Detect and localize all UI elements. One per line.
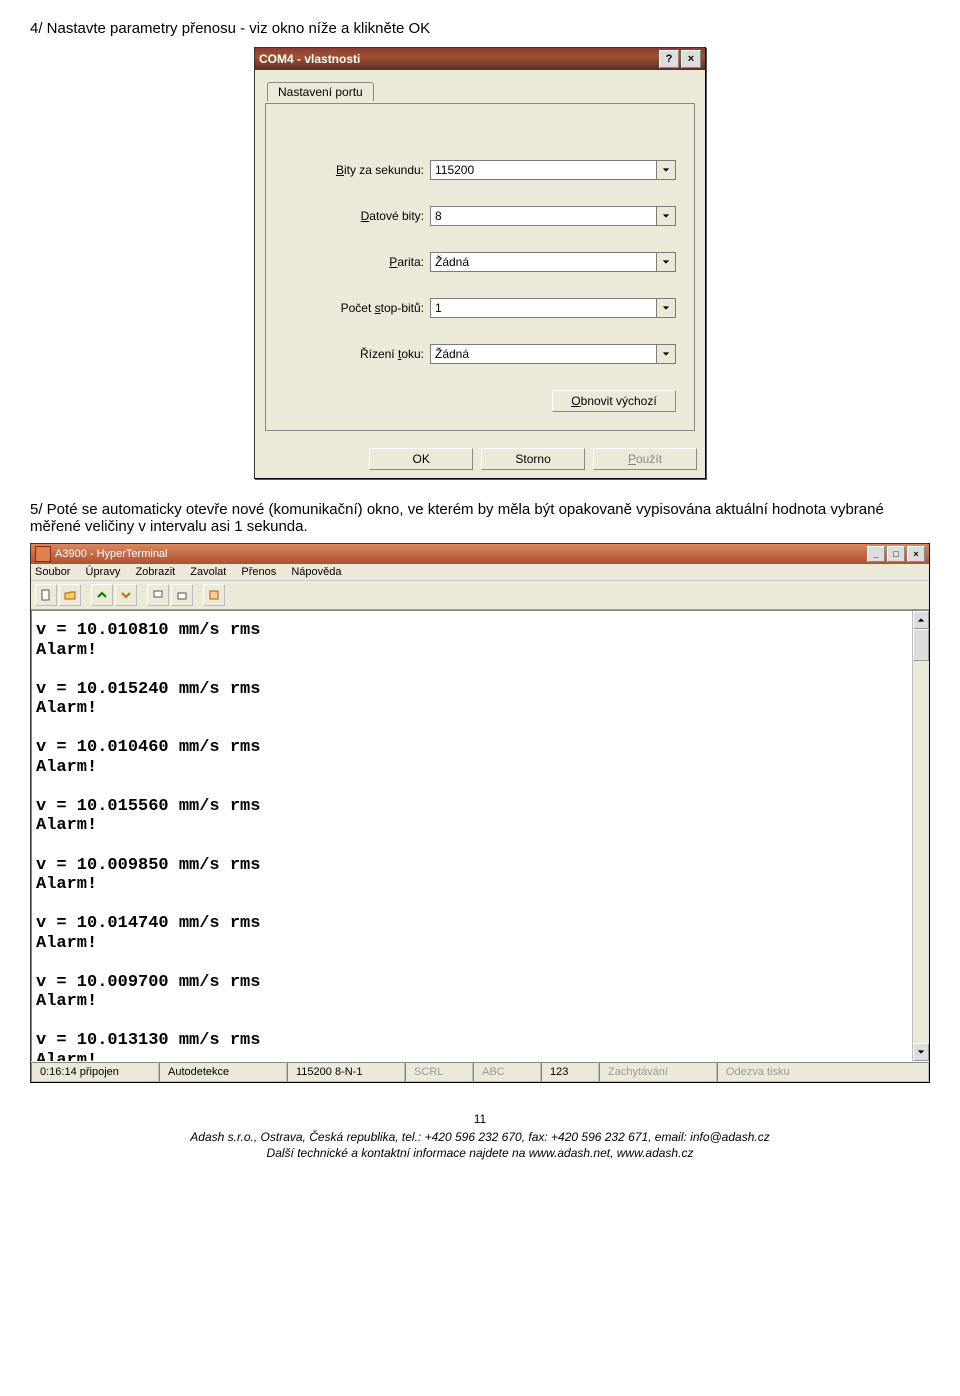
- status-detect: Autodetekce: [159, 1062, 287, 1082]
- status-num: 123: [541, 1062, 599, 1082]
- scroll-down-icon[interactable]: [913, 1043, 929, 1061]
- open-icon[interactable]: [59, 584, 81, 606]
- menu-view[interactable]: Zobrazit: [135, 566, 175, 578]
- apply-button[interactable]: Použít: [593, 448, 697, 470]
- data-bits-combo[interactable]: [430, 206, 676, 226]
- hyperterminal-icon: [35, 546, 51, 562]
- vertical-scrollbar[interactable]: [912, 611, 929, 1061]
- chevron-down-icon[interactable]: [656, 206, 676, 226]
- ht-menubar: Soubor Úpravy Zobrazit Zavolat Přenos Ná…: [31, 564, 929, 581]
- chevron-down-icon[interactable]: [656, 160, 676, 180]
- parity-combo[interactable]: [430, 252, 676, 272]
- stop-bits-combo[interactable]: [430, 298, 676, 318]
- footer-line1a: Adash s.r.o., Ostrava, Česká republika, …: [190, 1130, 690, 1144]
- footer-email: info@adash.cz: [690, 1130, 770, 1144]
- footer-line2: Další technické a kontaktní informace na…: [267, 1146, 694, 1160]
- menu-file[interactable]: Soubor: [35, 566, 70, 578]
- ok-button[interactable]: OK: [369, 448, 473, 470]
- baud-combo[interactable]: [430, 160, 676, 180]
- stop-bits-label: Počet stop-bitů:: [284, 301, 430, 315]
- connect-icon[interactable]: [91, 584, 113, 606]
- receive-icon[interactable]: [171, 584, 193, 606]
- minimize-button[interactable]: _: [867, 546, 885, 562]
- close-button[interactable]: ×: [907, 546, 925, 562]
- stop-bits-input[interactable]: [430, 298, 656, 318]
- chevron-down-icon[interactable]: [656, 252, 676, 272]
- status-settings: 115200 8-N-1: [287, 1062, 405, 1082]
- menu-transfer[interactable]: Přenos: [241, 566, 276, 578]
- flow-combo[interactable]: [430, 344, 676, 364]
- chevron-down-icon[interactable]: [656, 344, 676, 364]
- hyperterminal-window: A3900 - HyperTerminal _ □ × Soubor Úprav…: [30, 543, 930, 1083]
- terminal-area[interactable]: v = 10.010810 mm/s rms Alarm! v = 10.015…: [31, 610, 929, 1061]
- status-abc: ABC: [473, 1062, 541, 1082]
- send-icon[interactable]: [147, 584, 169, 606]
- cancel-button[interactable]: Storno: [481, 448, 585, 470]
- page-footer: 11 Adash s.r.o., Ostrava, Česká republik…: [30, 1111, 930, 1162]
- ht-toolbar: [31, 581, 929, 610]
- ht-titlebar: A3900 - HyperTerminal _ □ ×: [31, 544, 929, 564]
- scroll-up-icon[interactable]: [913, 611, 929, 629]
- instruction-step5: 5/ Poté se automaticky otevře nové (komu…: [30, 501, 930, 535]
- new-icon[interactable]: [35, 584, 57, 606]
- close-button[interactable]: ×: [681, 50, 701, 68]
- disconnect-icon[interactable]: [115, 584, 137, 606]
- baud-label: Bity za sekundu:: [284, 163, 430, 177]
- menu-call[interactable]: Zavolat: [190, 566, 226, 578]
- help-button[interactable]: ?: [659, 50, 679, 68]
- parity-input[interactable]: [430, 252, 656, 272]
- page-number: 11: [30, 1111, 930, 1127]
- flow-label: Řízení toku:: [284, 347, 430, 361]
- ht-title-text: A3900 - HyperTerminal: [55, 548, 168, 560]
- instruction-step4: 4/ Nastavte parametry přenosu - viz okno…: [30, 20, 930, 37]
- dialog-title: COM4 - vlastnosti: [259, 52, 360, 66]
- dialog-titlebar: COM4 - vlastnosti ? ×: [255, 48, 705, 70]
- com-properties-dialog: COM4 - vlastnosti ? × Nastavení portu Bi…: [254, 47, 706, 479]
- flow-input[interactable]: [430, 344, 656, 364]
- menu-help[interactable]: Nápověda: [291, 566, 341, 578]
- status-echo: Odezva tisku: [717, 1062, 929, 1082]
- maximize-button[interactable]: □: [887, 546, 905, 562]
- status-capture: Zachytávání: [599, 1062, 717, 1082]
- status-scrl: SCRL: [405, 1062, 473, 1082]
- baud-input[interactable]: [430, 160, 656, 180]
- restore-defaults-button[interactable]: Obnovit výchozí: [552, 390, 676, 412]
- terminal-output: v = 10.010810 mm/s rms Alarm! v = 10.015…: [32, 611, 929, 1061]
- ht-statusbar: 0:16:14 připojen Autodetekce 115200 8-N-…: [31, 1061, 929, 1082]
- scroll-thumb[interactable]: [913, 629, 929, 661]
- chevron-down-icon[interactable]: [656, 298, 676, 318]
- tab-panel: Bity za sekundu: Datové bity: Parita:: [265, 103, 695, 431]
- tab-port-settings[interactable]: Nastavení portu: [267, 82, 374, 101]
- data-bits-input[interactable]: [430, 206, 656, 226]
- properties-icon[interactable]: [203, 584, 225, 606]
- menu-edit[interactable]: Úpravy: [86, 566, 121, 578]
- data-bits-label: Datové bity:: [284, 209, 430, 223]
- status-time: 0:16:14 připojen: [31, 1062, 159, 1082]
- parity-label: Parita:: [284, 255, 430, 269]
